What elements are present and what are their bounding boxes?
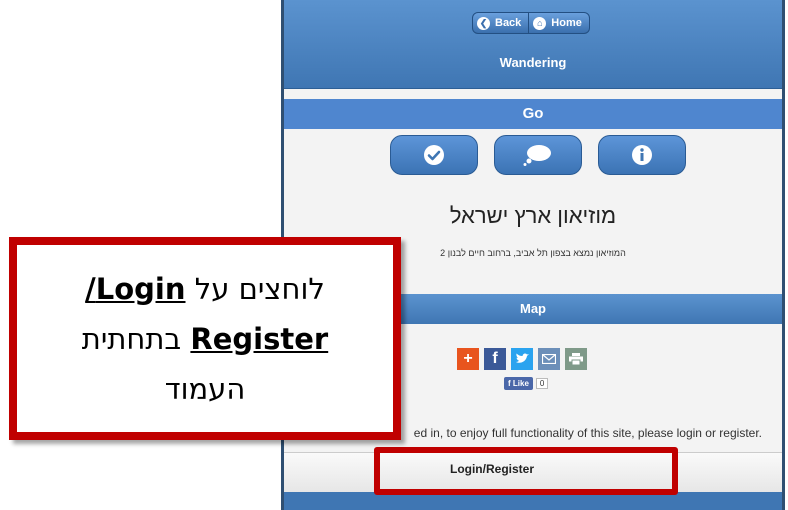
info-icon xyxy=(632,145,652,165)
print-icon[interactable] xyxy=(565,348,587,370)
share-buttons: + f xyxy=(457,348,587,370)
place-name: מוזיאון ארץ ישראל xyxy=(449,203,617,228)
comment-button[interactable] xyxy=(494,135,582,175)
page-title: Wandering xyxy=(499,55,567,70)
like-button[interactable]: f Like xyxy=(504,377,533,390)
chevron-left-icon: ❮ xyxy=(477,16,490,30)
facebook-icon[interactable]: f xyxy=(484,348,506,370)
callout-line-1-link: Login/ xyxy=(85,271,186,306)
callout-line-2-link: Register xyxy=(190,321,329,356)
nav-button-group: ❮ Back ⌂ Home xyxy=(472,12,590,34)
twitter-icon[interactable] xyxy=(511,348,533,370)
cloud-icon xyxy=(523,145,551,166)
like-count: 0 xyxy=(535,378,549,389)
callout-line-2-suffix: בתחתית xyxy=(81,321,182,356)
like-label: Like xyxy=(512,379,529,388)
home-button[interactable]: ⌂ Home xyxy=(529,12,590,34)
check-button[interactable] xyxy=(390,135,478,175)
facebook-like[interactable]: f Like 0 xyxy=(504,377,549,390)
plus-icon[interactable]: + xyxy=(457,348,479,370)
info-button[interactable] xyxy=(598,135,686,175)
home-icon: ⌂ xyxy=(533,16,547,30)
instruction-callout: לוחצים על Login/ Register בתחתית העמוד xyxy=(9,237,401,440)
callout-line-1: לוחצים על Login/ xyxy=(85,264,325,314)
action-buttons xyxy=(390,135,686,175)
callout-line-2: Register בתחתית xyxy=(82,314,328,364)
email-icon[interactable] xyxy=(538,348,560,370)
callout-line-1-prefix: לוחצים על xyxy=(194,271,325,306)
back-button[interactable]: ❮ Back xyxy=(472,12,530,34)
back-button-label: Back xyxy=(495,17,522,29)
login-highlight-frame xyxy=(374,447,678,495)
callout-line-3: העמוד xyxy=(164,371,246,406)
home-button-label: Home xyxy=(551,17,582,29)
go-bar[interactable]: Go xyxy=(284,99,782,129)
page-header: ❮ Back ⌂ Home Wandering xyxy=(284,0,782,89)
check-icon xyxy=(424,145,444,165)
